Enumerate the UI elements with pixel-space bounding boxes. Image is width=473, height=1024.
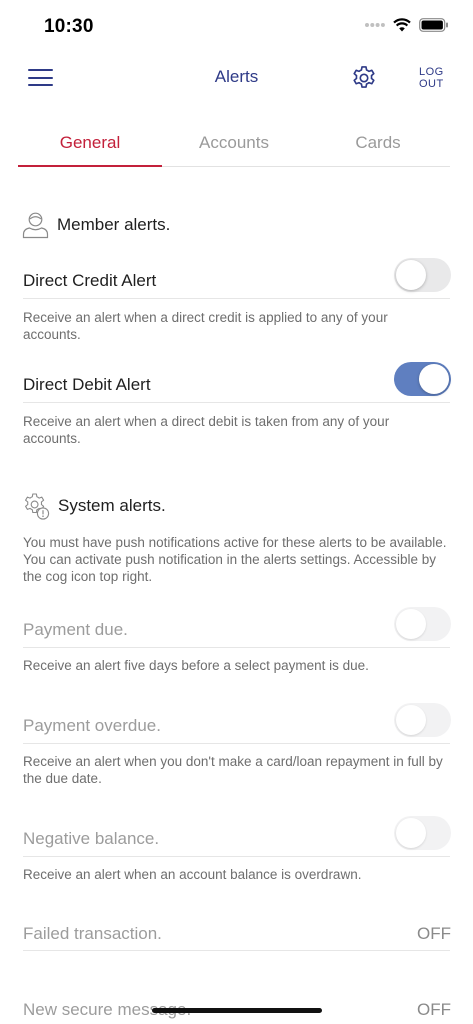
divider [23, 950, 450, 951]
menu-icon[interactable] [28, 69, 53, 86]
payment-due-title: Payment due. [23, 620, 128, 639]
divider [23, 743, 450, 744]
payment-overdue-description: Receive an alert when you don't make a c… [23, 754, 443, 786]
divider [23, 298, 450, 299]
gear-alert-icon [25, 493, 50, 520]
signal-icon [365, 23, 385, 27]
logout-label-line2: OUT [419, 78, 444, 90]
battery-icon [419, 18, 448, 32]
nav-bar: Alerts LOG OUT [0, 52, 473, 104]
status-bar: 10:30 [0, 0, 473, 52]
direct-credit-alert-title: Direct Credit Alert [23, 271, 157, 290]
divider [23, 647, 450, 648]
tab-bar: General Accounts Cards [18, 118, 450, 167]
gear-icon[interactable] [350, 64, 378, 92]
new-secure-message-status[interactable]: OFF [417, 1000, 451, 1020]
failed-transaction-title: Failed transaction. [23, 924, 162, 943]
payment-due-toggle[interactable] [394, 607, 451, 641]
status-icons [365, 18, 449, 32]
divider [23, 402, 450, 403]
direct-credit-alert-toggle[interactable] [394, 258, 451, 292]
payment-due-description: Receive an alert five days before a sele… [23, 658, 369, 673]
member-alerts-title: Member alerts. [57, 214, 171, 234]
tab-cards[interactable]: Cards [306, 118, 450, 166]
logout-label-line1: LOG [419, 66, 444, 78]
user-icon [22, 212, 49, 239]
logout-button[interactable]: LOG OUT [419, 66, 444, 90]
negative-balance-toggle[interactable] [394, 816, 451, 850]
direct-debit-alert-description: Receive an alert when a direct debit is … [23, 414, 390, 446]
tab-general[interactable]: General [18, 118, 162, 167]
direct-debit-alert-toggle[interactable] [394, 362, 451, 396]
payment-overdue-title: Payment overdue. [23, 716, 161, 735]
system-alerts-title: System alerts. [58, 496, 166, 515]
divider [23, 856, 450, 857]
direct-debit-alert-title: Direct Debit Alert [23, 375, 151, 394]
direct-credit-alert-description: Receive an alert when a direct credit is… [23, 310, 388, 342]
system-alerts-header: System alerts. [22, 492, 166, 520]
status-time: 10:30 [44, 16, 94, 37]
system-alerts-note: You must have push notifications active … [23, 535, 447, 584]
wifi-icon [393, 18, 411, 32]
page-title: Alerts [214, 67, 259, 86]
member-alerts-header: Member alerts. [22, 210, 170, 239]
negative-balance-description: Receive an alert when an account balance… [23, 867, 362, 882]
tab-accounts[interactable]: Accounts [162, 118, 306, 166]
home-indicator [152, 1008, 322, 1013]
failed-transaction-status[interactable]: OFF [417, 924, 451, 944]
payment-overdue-toggle[interactable] [394, 703, 451, 737]
negative-balance-title: Negative balance. [23, 829, 160, 848]
